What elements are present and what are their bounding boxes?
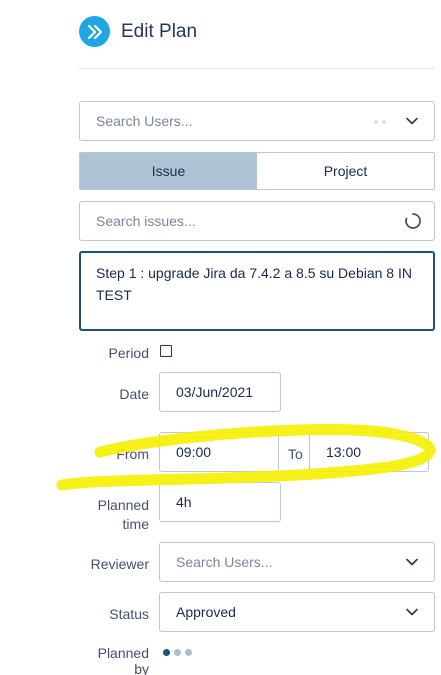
planned-time-field[interactable]: 4h (159, 482, 281, 522)
status-select[interactable]: Approved (159, 592, 435, 632)
spinner-icon (405, 213, 421, 229)
chevron-down-icon[interactable] (404, 554, 420, 570)
chevron-down-icon[interactable] (404, 113, 420, 129)
issue-search-input[interactable]: Search issues... (79, 201, 435, 241)
planned-time-value: 4h (176, 494, 192, 510)
to-time-field[interactable]: 13:00 (309, 432, 429, 472)
issue-project-toggle: Issue Project (79, 152, 435, 190)
date-label: Date (119, 386, 149, 402)
chevron-down-icon[interactable] (404, 604, 420, 620)
period-label: Period (108, 345, 149, 361)
from-time-field[interactable]: 09:00 (159, 432, 279, 472)
issue-search-placeholder: Search issues... (96, 213, 196, 229)
tab-issue[interactable]: Issue (80, 153, 257, 189)
period-checkbox[interactable] (160, 345, 172, 357)
double-chevron-right-icon[interactable] (79, 16, 110, 47)
user-search-placeholder: Search Users... (96, 113, 193, 129)
from-time-value: 09:00 (176, 444, 212, 460)
status-label: Status (109, 606, 149, 622)
user-search-select[interactable]: Search Users... (79, 101, 435, 141)
date-value: 03/Jun/2021 (176, 384, 254, 400)
from-label: From (116, 446, 149, 462)
planned-by-label: Planned by (97, 645, 149, 675)
page-title: Edit Plan (121, 20, 198, 42)
to-label: To (288, 446, 303, 462)
to-time-value: 13:00 (326, 444, 362, 460)
page-header: Edit Plan (79, 16, 197, 47)
reviewer-placeholder: Search Users... (176, 554, 273, 570)
loading-dots-icon (374, 120, 386, 124)
header-divider (79, 68, 435, 69)
reviewer-select[interactable]: Search Users... (159, 542, 435, 582)
tab-project[interactable]: Project (257, 153, 434, 189)
date-field[interactable]: 03/Jun/2021 (159, 372, 281, 412)
plan-description-textarea[interactable]: Step 1 : upgrade Jira da 7.4.2 a 8.5 su … (79, 251, 435, 331)
loading-dots-icon (163, 649, 192, 656)
planned-time-label: Planned time (97, 497, 149, 532)
reviewer-label: Reviewer (90, 556, 149, 572)
status-value: Approved (176, 604, 236, 620)
